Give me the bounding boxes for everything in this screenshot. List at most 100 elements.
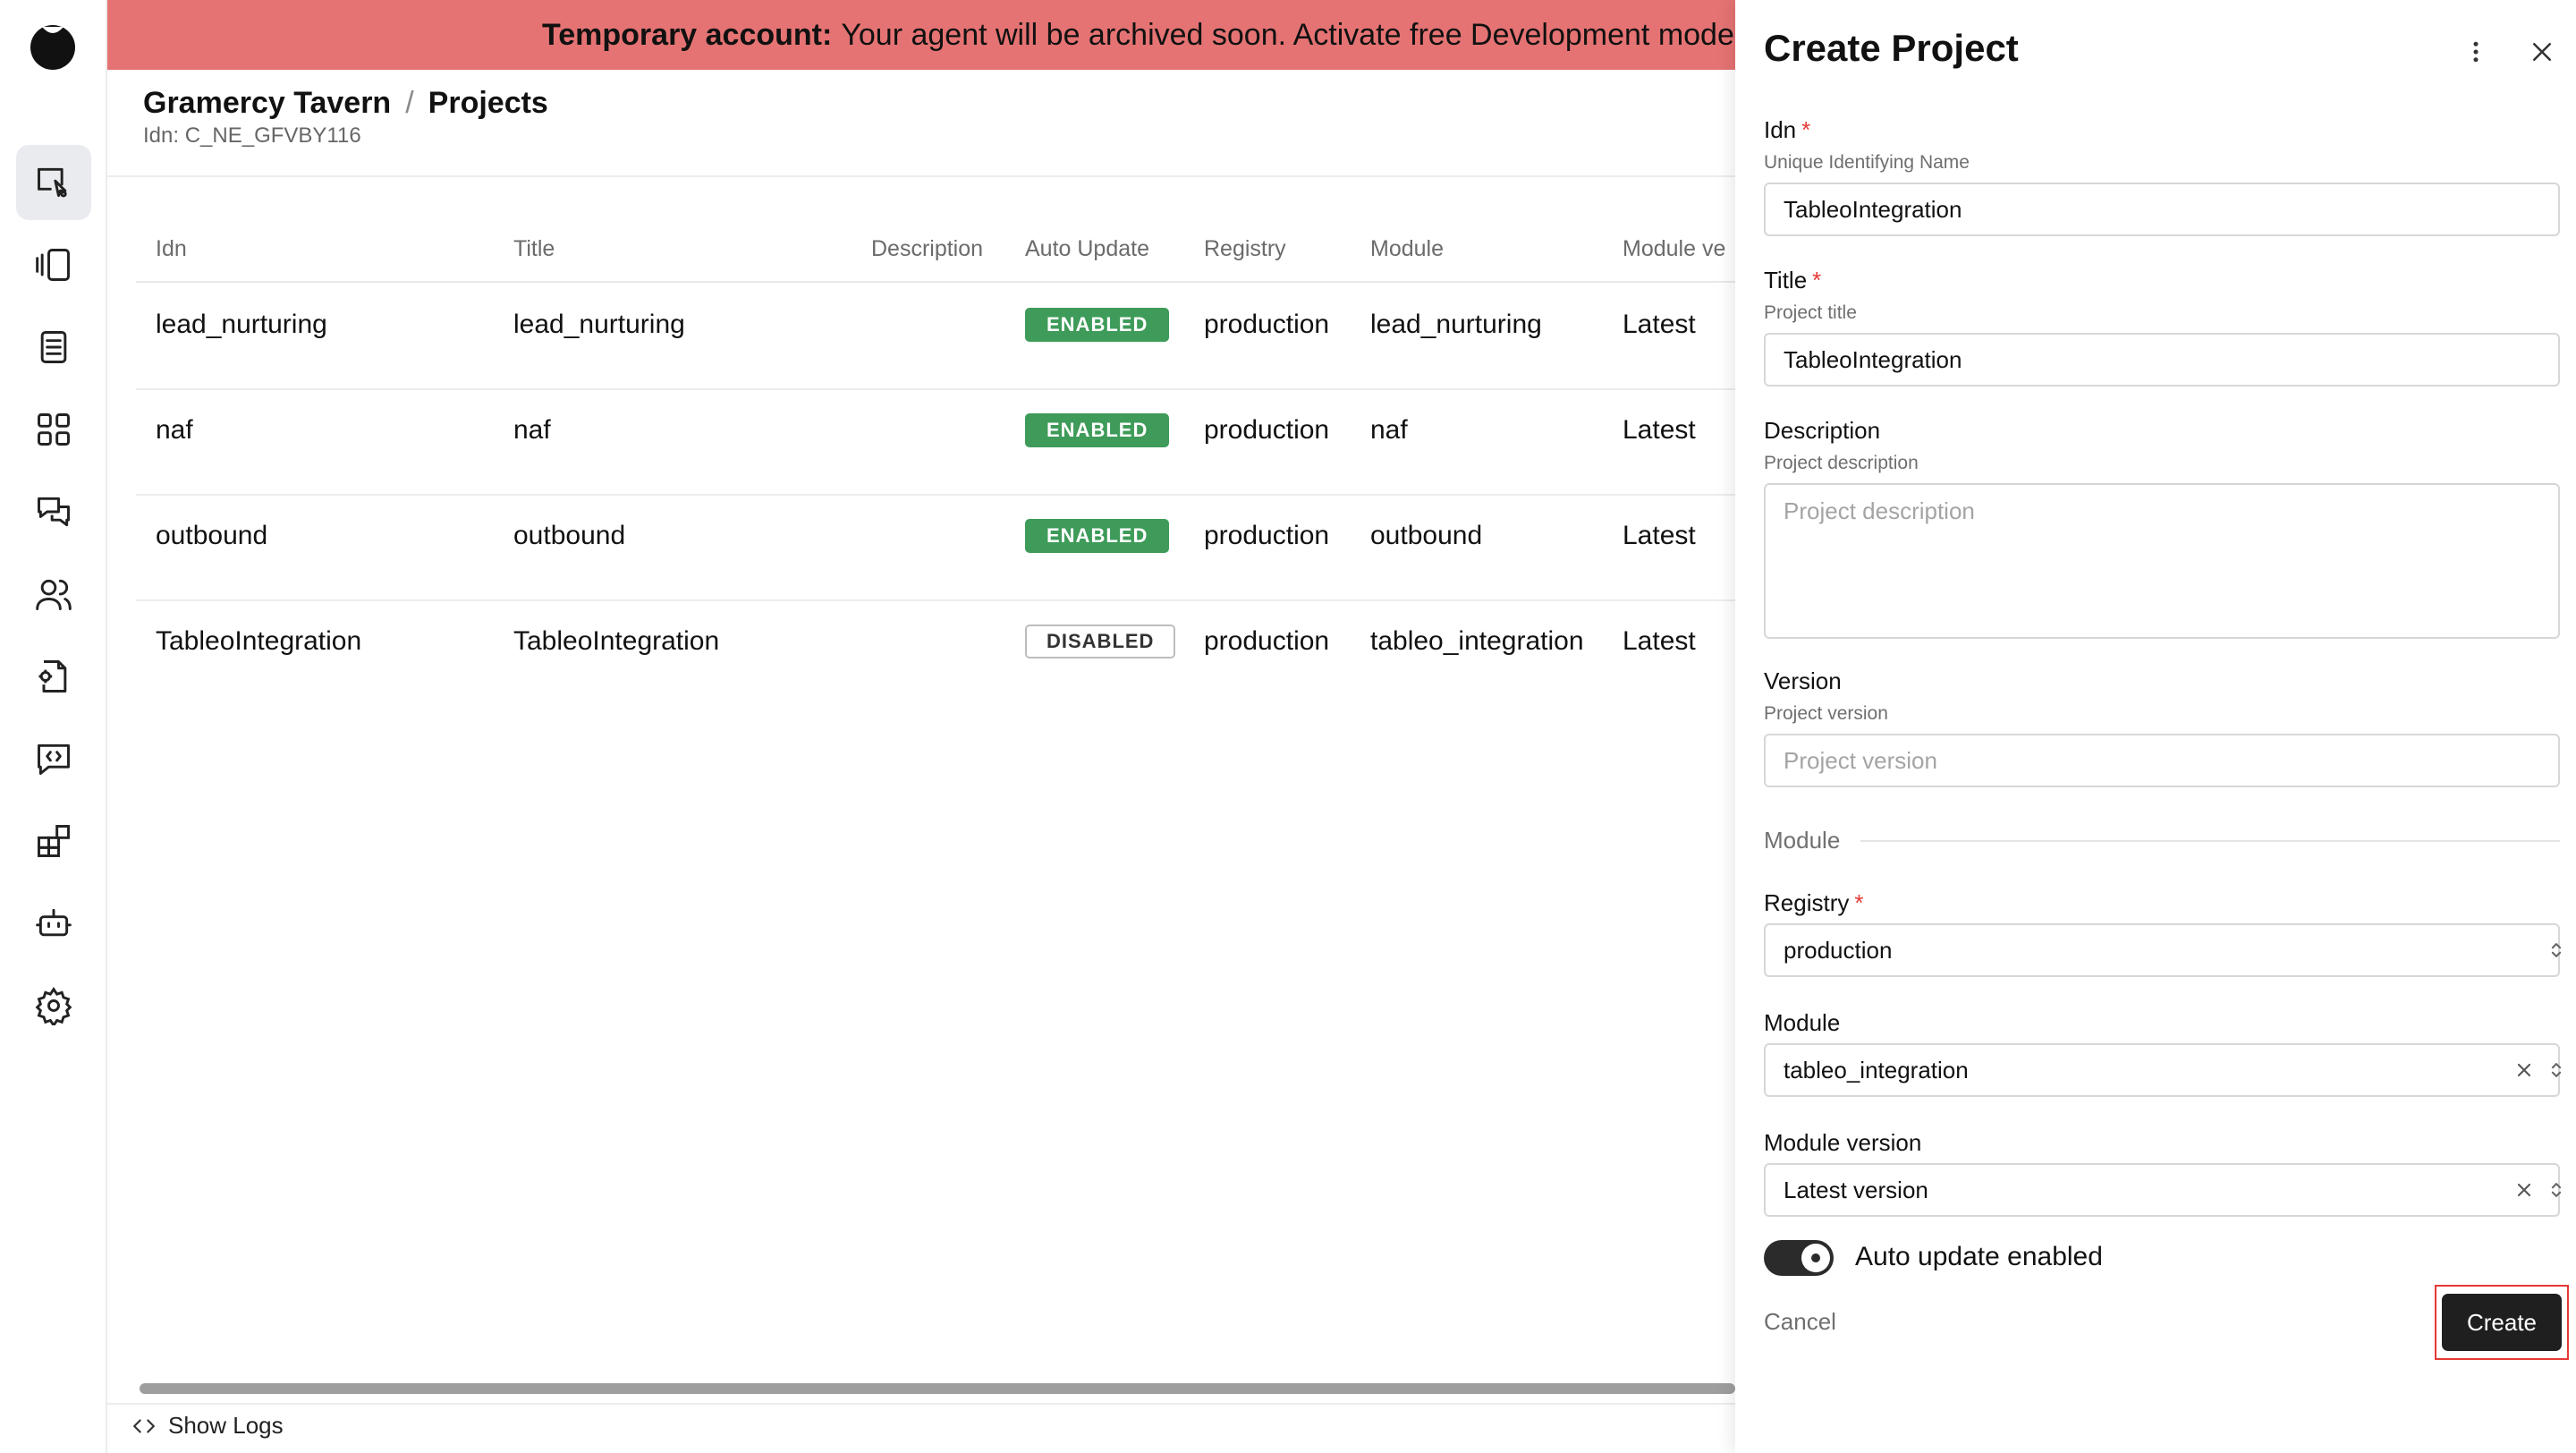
code-brackets-icon — [133, 1418, 155, 1433]
column-header-description[interactable]: Description — [871, 236, 983, 262]
create-button[interactable]: Create — [2442, 1294, 2562, 1351]
cell-auto-update: ENABLED — [1025, 308, 1170, 342]
chevron-up-down-icon — [2546, 939, 2567, 961]
status-badge: ENABLED — [1025, 519, 1170, 553]
auto-update-toggle[interactable] — [1764, 1240, 1834, 1276]
nav-code-chat[interactable] — [16, 721, 91, 796]
idn-label-text: Idn — [1764, 116, 1797, 143]
table-row[interactable]: TableoIntegration TableoIntegration DISA… — [136, 601, 1746, 707]
nav-settings[interactable] — [16, 968, 91, 1043]
column-header-auto-update[interactable]: Auto Update — [1025, 236, 1149, 262]
cell-module: naf — [1370, 415, 1408, 445]
module-section-divider — [1860, 840, 2560, 842]
settings-icon — [35, 987, 72, 1025]
breadcrumb-separator: / — [405, 86, 414, 120]
description-textarea[interactable] — [1764, 483, 2560, 639]
cell-registry: production — [1204, 310, 1330, 339]
cell-module-version: Latest — [1623, 626, 1696, 656]
nav-apps[interactable] — [16, 392, 91, 467]
org-idn-label: Idn: C_NE_GFVBY116 — [143, 123, 361, 148]
cell-module-version: Latest — [1623, 310, 1696, 339]
breadcrumb-page: Projects — [428, 86, 548, 120]
module-select[interactable]: tableo_integration — [1764, 1043, 2562, 1097]
version-input[interactable] — [1764, 734, 2560, 787]
nav-chats[interactable] — [16, 474, 91, 549]
cell-auto-update: DISABLED — [1025, 625, 1176, 659]
status-badge: ENABLED — [1025, 308, 1170, 342]
table-row[interactable]: naf naf ENABLED production naf Latest — [136, 390, 1746, 496]
nav-users[interactable] — [16, 557, 91, 632]
module-section-label: Module — [1764, 827, 1841, 854]
table-row[interactable]: outbound outbound ENABLED production out… — [136, 496, 1746, 601]
module-version-select[interactable]: Latest version — [1764, 1163, 2562, 1217]
column-header-module[interactable]: Module — [1370, 236, 1444, 262]
cell-title: outbound — [513, 521, 626, 550]
idn-label: Idn * — [1764, 116, 1810, 144]
cell-module-version: Latest — [1623, 415, 1696, 445]
show-logs-toggle[interactable]: Show Logs — [132, 1412, 284, 1440]
status-badge: DISABLED — [1025, 625, 1176, 659]
required-marker: * — [1812, 267, 1822, 293]
main-content: Temporary account: Your agent will be ar… — [107, 0, 1746, 1453]
clear-icon[interactable] — [2513, 1059, 2535, 1081]
cell-registry: production — [1204, 521, 1330, 550]
version-hint: Project version — [1764, 703, 1888, 724]
integrations-icon — [38, 825, 70, 857]
title-label: Title * — [1764, 267, 1821, 294]
toggle-knob — [1801, 1244, 1830, 1272]
registry-select[interactable]: production — [1764, 923, 2562, 977]
clear-icon[interactable] — [2513, 1179, 2535, 1201]
idn-input[interactable] — [1764, 183, 2560, 236]
footer-divider — [107, 1403, 1735, 1405]
title-label-text: Title — [1764, 267, 1808, 293]
column-header-module-version[interactable]: Module ve — [1623, 236, 1725, 262]
registry-value: production — [1784, 936, 1893, 964]
brand-logo-icon[interactable] — [27, 20, 79, 72]
chevron-up-down-icon — [2546, 1179, 2567, 1201]
cell-title: naf — [513, 415, 551, 445]
close-drawer-button[interactable] — [2522, 32, 2562, 72]
projects-table-header: Idn Title Description Auto Update Regist… — [136, 229, 1746, 283]
table-row[interactable]: lead_nurturing lead_nurturing ENABLED pr… — [136, 285, 1746, 390]
column-header-idn[interactable]: Idn — [156, 236, 187, 262]
cell-registry: production — [1204, 626, 1330, 656]
title-input[interactable] — [1764, 333, 2560, 387]
horizontal-scrollbar[interactable] — [140, 1383, 1735, 1394]
cell-idn: naf — [156, 415, 193, 445]
module-label: Module — [1764, 1009, 1841, 1036]
kebab-menu-icon — [2473, 41, 2479, 63]
cell-registry: production — [1204, 415, 1330, 445]
nav-flows[interactable] — [16, 227, 91, 302]
cell-module: outbound — [1370, 521, 1483, 550]
file-settings-icon — [38, 660, 67, 693]
nav-bot[interactable] — [16, 886, 91, 961]
breadcrumb-org[interactable]: Gramercy Tavern — [143, 86, 391, 121]
auto-update-label: Auto update enabled — [1855, 1242, 2103, 1271]
nav-integrations[interactable] — [16, 803, 91, 879]
more-options-button[interactable] — [2456, 32, 2496, 72]
cancel-button[interactable]: Cancel — [1764, 1308, 1836, 1336]
nav-file-settings[interactable] — [16, 639, 91, 714]
nav-docs[interactable] — [16, 310, 91, 385]
module-value: tableo_integration — [1784, 1056, 1969, 1083]
breadcrumb: Gramercy Tavern / Projects — [143, 86, 548, 121]
column-header-title[interactable]: Title — [513, 236, 555, 262]
registry-label-text: Registry — [1764, 889, 1850, 916]
temporary-account-banner: Temporary account: Your agent will be ar… — [107, 0, 1735, 70]
title-hint: Project title — [1764, 302, 1857, 323]
version-label: Version — [1764, 667, 1842, 694]
banner-text: Your agent will be archived soon. Activa… — [841, 17, 1734, 52]
create-project-drawer: Create Project Idn * Unique Identifying N… — [1735, 0, 2576, 1453]
users-icon — [36, 579, 72, 610]
projects-icon — [38, 167, 67, 198]
drawer-title: Create Project — [1764, 27, 2019, 69]
module-version-value: Latest version — [1784, 1176, 1928, 1203]
banner-bold-text: Temporary account: — [542, 17, 833, 52]
close-icon — [2533, 43, 2551, 61]
cell-auto-update: ENABLED — [1025, 413, 1170, 447]
cell-module-version: Latest — [1623, 521, 1696, 550]
nav-projects[interactable] — [16, 145, 91, 220]
cell-module: lead_nurturing — [1370, 310, 1542, 339]
column-header-registry[interactable]: Registry — [1204, 236, 1286, 262]
module-version-label: Module version — [1764, 1129, 1922, 1156]
